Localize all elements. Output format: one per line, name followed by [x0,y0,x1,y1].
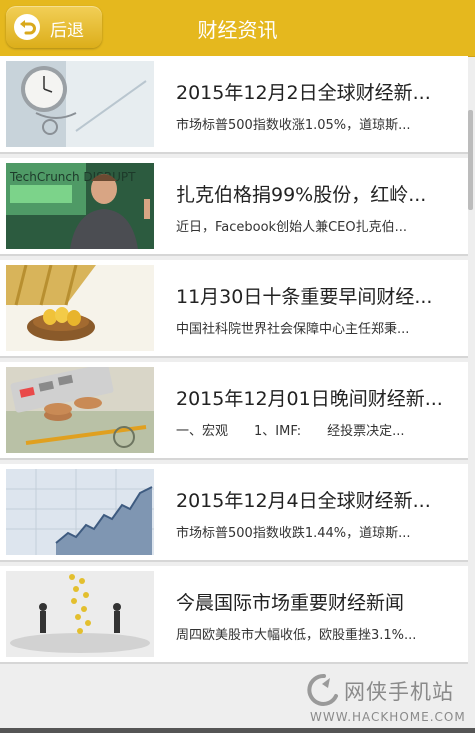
news-title: 2015年12月4日全球财经新... [176,490,431,512]
news-thumbnail-pocket-watch [6,61,154,147]
news-summary: 市场标普500指数收涨1.05%，道琼斯... [176,118,411,133]
app-header: 后退 财经资讯 [0,0,475,57]
news-title: 11月30日十条重要早间财经... [176,286,433,308]
news-summary: 近日，Facebook创始人兼CEO扎克伯... [176,220,408,235]
news-summary: 市场标普500指数收跌1.44%，道琼斯... [176,526,411,541]
news-title: 2015年12月2日全球财经新... [176,82,431,104]
news-item[interactable]: 2015年12月01日晚间财经新... 一、宏观 1、IMF: 经投票决定... [0,362,468,460]
watermark: 网侠手机站 WWW.HACKHOME.COM [302,672,472,728]
news-item[interactable]: 今晨国际市场重要财经新闻 周四欧美股市大幅收低，欧股重挫3.1%... [0,566,468,664]
news-thumbnail-nest-with-golden-eggs [6,265,154,351]
techcrunch-banner-text: TechCrunch DISRUPT [9,170,136,184]
hackhome-logo-icon [304,672,340,708]
bottom-edge [0,728,475,733]
news-item[interactable]: TechCrunch DISRUPT 扎克伯格捐99%股份，红岭... 近日，F… [0,158,468,256]
news-item[interactable]: 2015年12月2日全球财经新... 市场标普500指数收涨1.05%，道琼斯.… [0,56,468,154]
news-item[interactable]: 11月30日十条重要早间财经... 中国社科院世界社会保障中心主任郑秉... [0,260,468,358]
news-item[interactable]: 2015年12月4日全球财经新... 市场标普500指数收跌1.44%，道琼斯.… [0,464,468,562]
news-title: 今晨国际市场重要财经新闻 [176,592,405,614]
news-summary: 周四欧美股市大幅收低，欧股重挫3.1%... [176,628,417,643]
page-title: 财经资讯 [197,18,278,42]
news-thumbnail-speaker-on-stage: TechCrunch DISRUPT [6,163,154,249]
news-summary: 中国社科院世界社会保障中心主任郑秉... [176,322,410,337]
news-thumbnail-rising-stock-chart [6,469,154,555]
news-title: 扎克伯格捐99%股份，红岭... [176,184,427,206]
watermark-name: 网侠手机站 [344,680,454,704]
scrollbar[interactable] [468,110,473,210]
watermark-url: WWW.HACKHOME.COM [310,710,466,724]
news-thumbnail-businessmen-and-falling-coins [6,571,154,657]
news-thumbnail-coins-calculator-banknotes [6,367,154,453]
news-summary: 一、宏观 1、IMF: 经投票决定... [176,424,405,439]
news-title: 2015年12月01日晚间财经新... [176,388,443,410]
